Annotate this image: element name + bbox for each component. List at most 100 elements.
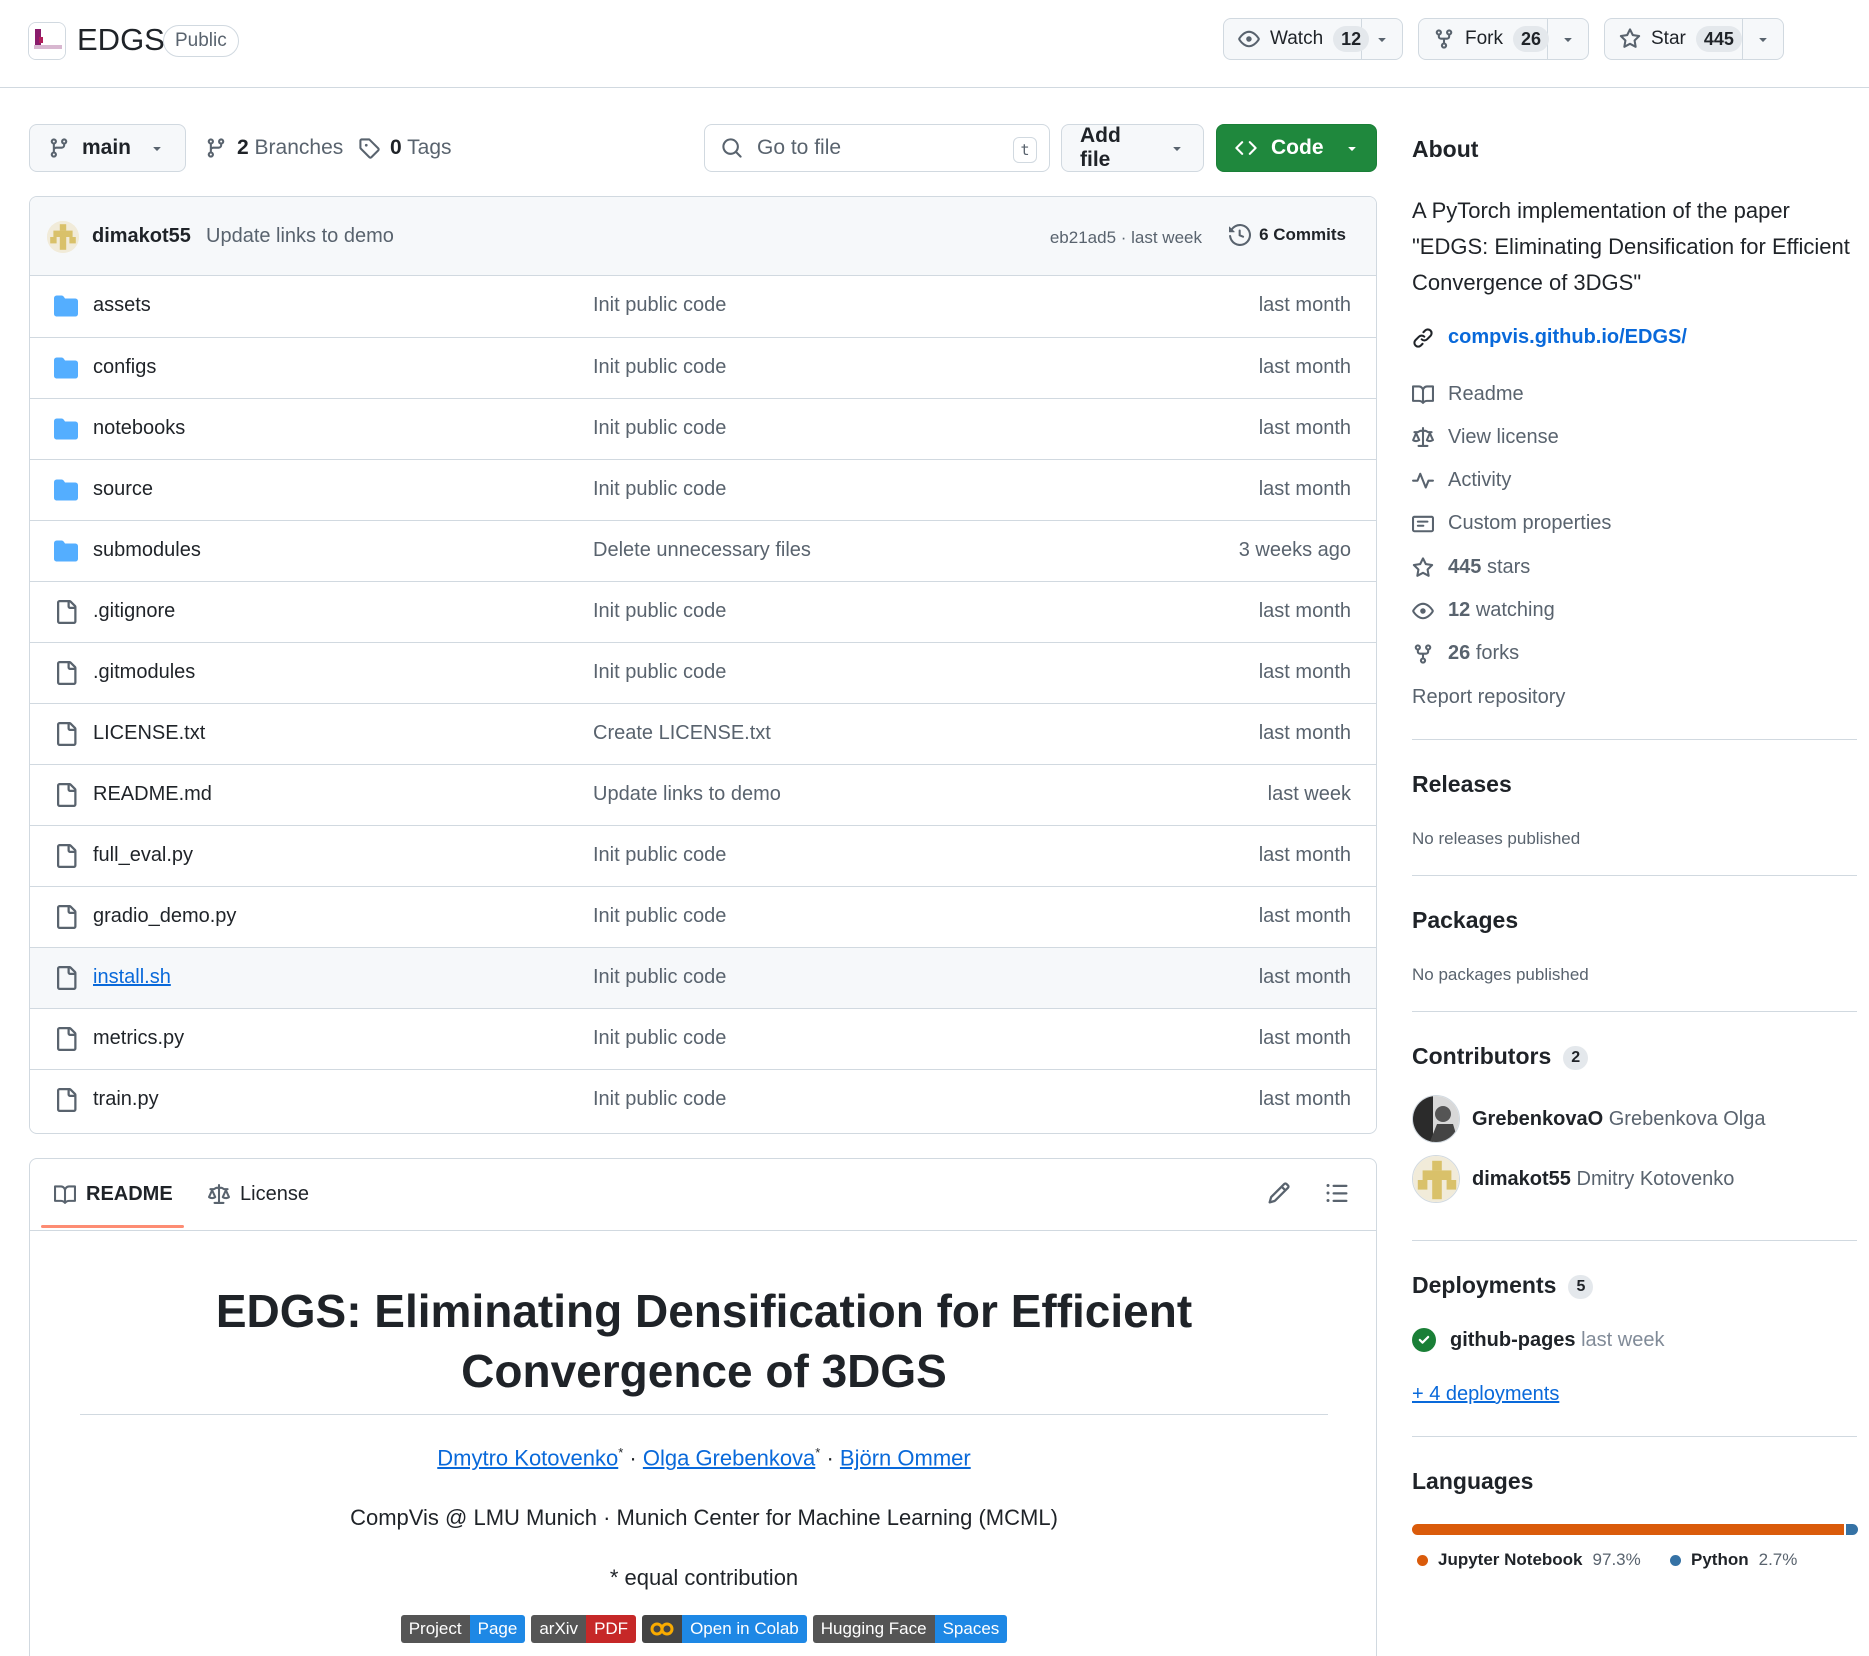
star-button[interactable]: Star 445: [1604, 18, 1784, 60]
readme-link[interactable]: Readme: [1412, 383, 1524, 406]
deployments-heading[interactable]: Deployments 5: [1412, 1272, 1594, 1299]
repo-owner-avatar[interactable]: [28, 22, 66, 60]
contributors-count: 2: [1563, 1045, 1589, 1070]
outline-button[interactable]: [1325, 1181, 1349, 1205]
table-row[interactable]: README.md Update links to demo last week: [30, 764, 1376, 825]
commit-author[interactable]: dimakot55: [92, 225, 191, 248]
file-name-link[interactable]: README.md: [93, 783, 212, 806]
table-row[interactable]: source Init public code last month: [30, 459, 1376, 520]
table-row[interactable]: configs Init public code last month: [30, 337, 1376, 398]
edit-readme-button[interactable]: [1267, 1181, 1291, 1205]
branches-count: 2: [237, 136, 249, 159]
table-row[interactable]: .gitignore Init public code last month: [30, 581, 1376, 642]
report-repository-link[interactable]: Report repository: [1412, 686, 1565, 709]
contributors-heading[interactable]: Contributors 2: [1412, 1043, 1589, 1070]
law-icon: [208, 1183, 230, 1206]
file-commit-message[interactable]: Init public code: [593, 1088, 726, 1111]
branch-name: main: [82, 136, 132, 159]
releases-heading[interactable]: Releases: [1412, 771, 1512, 798]
file-commit-message[interactable]: Delete unnecessary files: [593, 539, 811, 562]
tab-readme[interactable]: README: [54, 1183, 173, 1206]
commit-author-avatar[interactable]: [47, 221, 79, 253]
table-row[interactable]: metrics.py Init public code last month: [30, 1008, 1376, 1069]
readme-badge[interactable]: arXiv PDF: [531, 1615, 637, 1643]
tags-count: 0: [390, 136, 402, 159]
commit-message[interactable]: Update links to demo: [206, 225, 394, 248]
code-button[interactable]: Code: [1216, 124, 1377, 172]
tab-license[interactable]: License: [208, 1183, 309, 1206]
fork-dropdown[interactable]: [1548, 19, 1588, 59]
file-commit-message[interactable]: Init public code: [593, 478, 726, 501]
file-name-link[interactable]: LICENSE.txt: [93, 722, 205, 745]
stars-link[interactable]: 445 stars: [1412, 556, 1530, 579]
file-name-link[interactable]: train.py: [93, 1088, 159, 1111]
file-name-link[interactable]: full_eval.py: [93, 844, 193, 867]
author-link-3[interactable]: Björn Ommer: [840, 1445, 971, 1470]
table-row[interactable]: install.sh Init public code last month: [30, 947, 1376, 1008]
homepage-link[interactable]: compvis.github.io/EDGS/: [1412, 326, 1687, 349]
more-deployments-link[interactable]: + 4 deployments: [1412, 1383, 1559, 1406]
file-name-link[interactable]: submodules: [93, 539, 201, 562]
table-row[interactable]: .gitmodules Init public code last month: [30, 642, 1376, 703]
table-row[interactable]: assets Init public code last month: [30, 276, 1376, 337]
table-row[interactable]: gradio_demo.py Init public code last month: [30, 886, 1376, 947]
commit-hash-time[interactable]: eb21ad5 · last week: [1050, 228, 1202, 248]
packages-heading[interactable]: Packages: [1412, 907, 1518, 934]
star-count: 445: [1695, 26, 1742, 52]
file-commit-message[interactable]: Init public code: [593, 905, 726, 928]
link-icon: [1412, 327, 1434, 349]
file-commit-message[interactable]: Init public code: [593, 294, 726, 317]
contributor-1[interactable]: GrebenkovaO Grebenkova Olga: [1412, 1095, 1766, 1143]
readme-badge[interactable]: Hugging Face Spaces: [812, 1615, 1008, 1643]
branches-link[interactable]: 2 Branches: [205, 136, 343, 160]
contributor-2[interactable]: dimakot55 Dmitry Kotovenko: [1412, 1155, 1734, 1203]
watch-button[interactable]: Watch 12: [1223, 18, 1403, 60]
file-name-link[interactable]: source: [93, 478, 153, 501]
table-row[interactable]: notebooks Init public code last month: [30, 398, 1376, 459]
file-name-link[interactable]: .gitignore: [93, 600, 175, 623]
file-commit-message[interactable]: Init public code: [593, 661, 726, 684]
badge-left: Project: [400, 1615, 470, 1643]
go-to-file-input[interactable]: Go to file t: [704, 124, 1050, 172]
license-link[interactable]: View license: [1412, 426, 1559, 449]
file-name-link[interactable]: notebooks: [93, 417, 185, 440]
author-link-2[interactable]: Olga Grebenkova: [643, 1445, 815, 1470]
file-name-link[interactable]: configs: [93, 356, 156, 379]
file-commit-message[interactable]: Init public code: [593, 966, 726, 989]
file-commit-message[interactable]: Init public code: [593, 417, 726, 440]
activity-link[interactable]: Activity: [1412, 469, 1511, 492]
file-name-link[interactable]: gradio_demo.py: [93, 905, 236, 928]
branch-selector[interactable]: main: [29, 124, 186, 172]
file-commit-message[interactable]: Init public code: [593, 1027, 726, 1050]
star-dropdown[interactable]: [1743, 19, 1783, 59]
readme-badge[interactable]: Open in Colab: [642, 1615, 807, 1643]
file-commit-message[interactable]: Create LICENSE.txt: [593, 722, 771, 745]
file-commit-message[interactable]: Update links to demo: [593, 783, 781, 806]
add-file-button[interactable]: Add file: [1061, 124, 1204, 172]
fork-button[interactable]: Fork 26: [1418, 18, 1589, 60]
file-commit-message[interactable]: Init public code: [593, 844, 726, 867]
file-name-link[interactable]: install.sh: [93, 966, 171, 989]
file-name-link[interactable]: .gitmodules: [93, 661, 195, 684]
table-row[interactable]: LICENSE.txt Create LICENSE.txt last month: [30, 703, 1376, 764]
watch-dropdown[interactable]: [1362, 19, 1402, 59]
file-commit-message[interactable]: Init public code: [593, 356, 726, 379]
deployment-github-pages[interactable]: github-pages last week: [1412, 1328, 1664, 1352]
table-row[interactable]: train.py Init public code last month: [30, 1069, 1376, 1130]
author-link-1[interactable]: Dmytro Kotovenko: [437, 1445, 618, 1470]
table-row[interactable]: submodules Delete unnecessary files 3 week…: [30, 520, 1376, 581]
language-jupyter[interactable]: Jupyter Notebook 97.3%: [1417, 1550, 1641, 1570]
commits-link[interactable]: 6 Commits: [1229, 224, 1346, 246]
custom-properties-link[interactable]: Custom properties: [1412, 512, 1611, 535]
watching-link[interactable]: 12 watching: [1412, 599, 1555, 622]
file-commit-message[interactable]: Init public code: [593, 600, 726, 623]
tags-link[interactable]: 0 Tags: [358, 136, 452, 160]
readme-badge[interactable]: Project Page: [400, 1615, 526, 1643]
repo-name[interactable]: EDGS: [77, 22, 165, 58]
table-row[interactable]: full_eval.py Init public code last month: [30, 825, 1376, 886]
file-name-link[interactable]: metrics.py: [93, 1027, 184, 1050]
packages-empty: No packages published: [1412, 965, 1589, 984]
forks-link[interactable]: 26 forks: [1412, 642, 1519, 665]
file-name-link[interactable]: assets: [93, 294, 151, 317]
language-python[interactable]: Python 2.7%: [1670, 1550, 1797, 1570]
